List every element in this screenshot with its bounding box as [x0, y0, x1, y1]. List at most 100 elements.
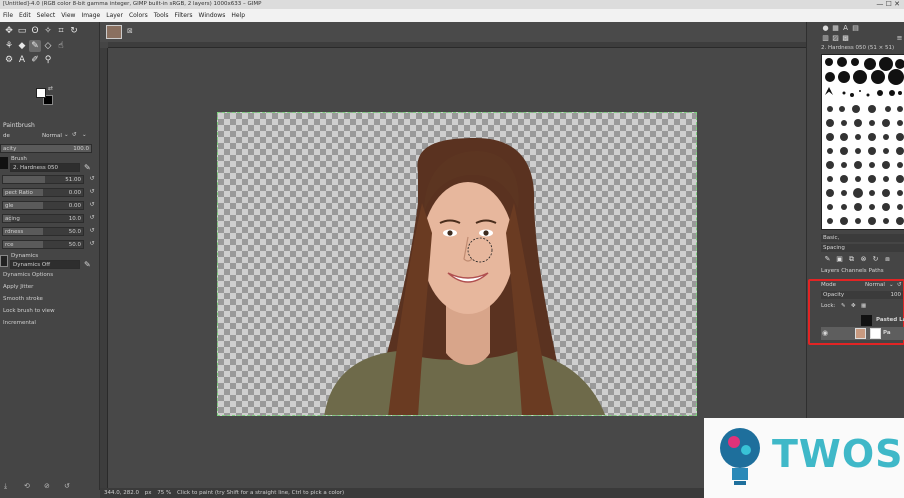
- reset-angle-icon[interactable]: ↺: [88, 201, 96, 209]
- eye-icon[interactable]: ◉: [822, 327, 828, 340]
- refresh-brushes-icon[interactable]: ↻: [871, 255, 880, 264]
- menu-view[interactable]: View: [58, 12, 78, 19]
- chevron-down-icon[interactable]: ⌄: [82, 132, 87, 138]
- layers-tabs: Layers Channels Paths: [821, 267, 904, 276]
- lock-position-icon[interactable]: ✥: [851, 302, 856, 311]
- aspect-slider[interactable]: pect Ratio 0.00: [2, 188, 84, 197]
- size-slider[interactable]: 51.00: [2, 175, 84, 184]
- menu-help[interactable]: Help: [228, 12, 248, 19]
- open-brush-icon[interactable]: ⧈: [883, 255, 892, 264]
- delete-brush-icon[interactable]: ⊗: [859, 255, 868, 264]
- layer-opacity-slider[interactable]: Opacity 100: [821, 291, 903, 299]
- brush-spacing-slider[interactable]: Spacing: [821, 244, 904, 252]
- tab-layers[interactable]: Layers: [821, 267, 839, 276]
- menu-file[interactable]: File: [0, 12, 16, 19]
- menu-filters[interactable]: Filters: [172, 12, 196, 19]
- reset-mode-icon[interactable]: ↺: [72, 132, 77, 138]
- tab-paths[interactable]: Paths: [869, 267, 884, 276]
- reset-spacing-icon[interactable]: ↺: [88, 214, 96, 222]
- history-tab-icon[interactable]: ▤: [851, 24, 860, 33]
- window-controls[interactable]: — ☐ ✕: [876, 0, 900, 9]
- fuzzy-select-icon[interactable]: ✧: [42, 25, 54, 37]
- lock-brush-checkbox[interactable]: Lock brush to view: [3, 308, 55, 314]
- mode-select[interactable]: Normal: [42, 133, 62, 139]
- reset-force-icon[interactable]: ↺: [88, 240, 96, 248]
- dock-menu-icon[interactable]: ≡: [895, 34, 904, 43]
- chevron-down-icon[interactable]: ⌄: [889, 281, 894, 290]
- close-icon[interactable]: ⊠: [127, 27, 133, 35]
- rect-select-icon[interactable]: ▭: [16, 25, 28, 37]
- new-brush-icon[interactable]: ▣: [835, 255, 844, 264]
- layer-mode-select[interactable]: Normal: [865, 281, 885, 290]
- color-picker-icon[interactable]: ✐: [29, 54, 41, 66]
- zoom-select[interactable]: 75 %: [157, 490, 171, 496]
- vertical-ruler[interactable]: [100, 48, 108, 488]
- edit-brush-icon[interactable]: ✎: [84, 163, 91, 172]
- edit-dynamics-icon[interactable]: ✎: [84, 260, 91, 269]
- save-options-icon[interactable]: ⤓: [4, 482, 7, 491]
- swap-colors-icon[interactable]: ⇄: [48, 85, 53, 92]
- layer-row[interactable]: Pasted La: [821, 314, 904, 327]
- unit-select[interactable]: px: [145, 490, 152, 496]
- zoom-icon[interactable]: ⚲: [42, 54, 54, 66]
- dynamics-value: Dynamics Off: [13, 262, 50, 268]
- opacity-slider[interactable]: acity 100.0: [0, 144, 92, 153]
- tab-channels[interactable]: Channels: [841, 267, 866, 276]
- paintbrush-icon[interactable]: ✎: [29, 40, 41, 52]
- menu-select[interactable]: Select: [34, 12, 59, 19]
- apply-jitter-checkbox[interactable]: Apply Jitter: [3, 284, 33, 290]
- menu-layer[interactable]: Layer: [103, 12, 126, 19]
- menu-image[interactable]: Image: [78, 12, 103, 19]
- incremental-checkbox[interactable]: Incremental: [3, 320, 36, 326]
- smudge-icon[interactable]: ☝: [55, 40, 67, 52]
- force-slider[interactable]: rce 50.0: [2, 240, 84, 249]
- canvas-area[interactable]: [108, 48, 806, 488]
- menu-colors[interactable]: Colors: [126, 12, 151, 19]
- image-tab-thumbnail[interactable]: [106, 25, 122, 39]
- opacity-label: acity: [3, 146, 17, 152]
- reset-aspect-icon[interactable]: ↺: [88, 188, 96, 196]
- reset-options-icon[interactable]: ↺: [64, 482, 70, 490]
- brushes-tab-icon[interactable]: ●: [821, 24, 830, 33]
- menu-tools[interactable]: Tools: [151, 12, 172, 19]
- restore-options-icon[interactable]: ⟲: [24, 482, 30, 490]
- chevron-down-icon[interactable]: ⌄: [64, 132, 69, 138]
- brush-name-field[interactable]: 2. Hardness 050: [10, 163, 80, 172]
- hardness-slider[interactable]: rdness 50.0: [2, 227, 84, 236]
- delete-options-icon[interactable]: ⊘: [44, 482, 50, 490]
- lock-alpha-icon[interactable]: ▦: [861, 302, 866, 311]
- dynamics-options-expander[interactable]: Dynamics Options: [3, 272, 53, 278]
- lasso-icon[interactable]: ʘ: [29, 25, 41, 37]
- spacing-slider[interactable]: acing 10.0: [2, 214, 84, 223]
- gradients-tab-icon[interactable]: ▥: [821, 34, 830, 43]
- move-icon[interactable]: ✥: [3, 25, 15, 37]
- foreground-color-swatch[interactable]: [36, 88, 46, 98]
- angle-slider[interactable]: gle 0.00: [2, 201, 84, 210]
- smooth-stroke-checkbox[interactable]: Smooth stroke: [3, 296, 43, 302]
- edit-brush-icon[interactable]: ✎: [823, 255, 832, 264]
- eraser-icon[interactable]: ◇: [42, 40, 54, 52]
- warp-icon[interactable]: ⚘: [3, 40, 15, 52]
- dynamics-field[interactable]: Dynamics Off: [10, 260, 80, 269]
- patterns-tab-icon[interactable]: ▦: [831, 24, 840, 33]
- brush-tag-field[interactable]: Basic,: [821, 234, 904, 242]
- reset-hardness-icon[interactable]: ↺: [88, 227, 96, 235]
- menu-windows[interactable]: Windows: [196, 12, 229, 19]
- paint-bucket-icon[interactable]: ◆: [16, 40, 28, 52]
- menu-edit[interactable]: Edit: [16, 12, 34, 19]
- image-canvas[interactable]: [217, 112, 697, 416]
- cage-icon[interactable]: ⚙: [3, 54, 15, 66]
- rotate-icon[interactable]: ↻: [68, 25, 80, 37]
- layer-row[interactable]: ◉ Pa: [821, 327, 904, 340]
- reset-size-icon[interactable]: ↺: [88, 175, 96, 183]
- lock-pixels-icon[interactable]: ✎: [841, 302, 846, 311]
- fonts-tab-icon[interactable]: A: [841, 24, 850, 33]
- text-icon[interactable]: A: [16, 54, 28, 66]
- brushes-grid[interactable]: [821, 54, 904, 230]
- palettes-tab-icon[interactable]: ▨: [831, 34, 840, 43]
- duplicate-brush-icon[interactable]: ⧉: [847, 255, 856, 264]
- crop-icon[interactable]: ⌗: [55, 25, 67, 37]
- reset-mode-icon[interactable]: ↺: [897, 281, 902, 290]
- images-tab-icon[interactable]: ▩: [841, 34, 850, 43]
- opacity-value: 100.0: [73, 146, 89, 152]
